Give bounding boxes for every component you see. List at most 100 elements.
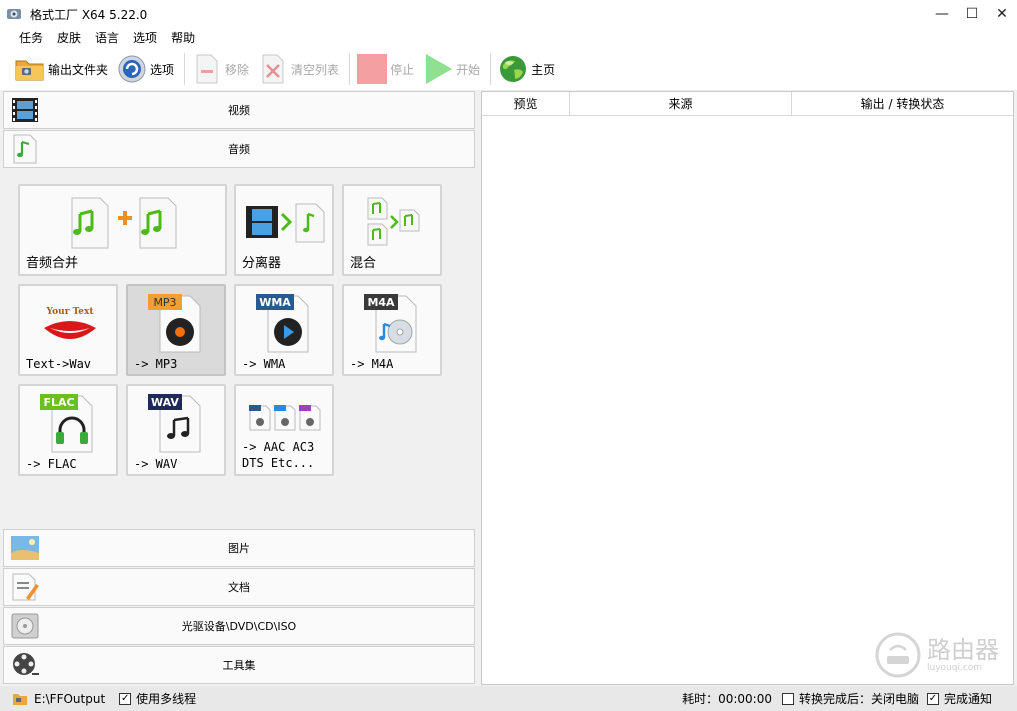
aac-ac3-dts-label: -> AAC AC3 DTS Etc... [242,440,315,470]
menu-language[interactable]: 语言 [88,28,126,48]
mp3-badge: MP3 [153,296,176,309]
status-bar: E:\FFOutput ✓ 使用多线程 耗时：00:00:00 转换完成后：关闭… [0,686,1017,711]
category-video-label: 视频 [228,104,250,117]
wma-label: -> WMA [242,357,286,371]
wma-icon: WMA [256,294,309,353]
after-convert-label: 转换完成后：关闭电脑 [798,692,919,706]
wma-tile[interactable]: WMA -> WMA [234,284,334,376]
category-tools[interactable]: 工具集 [3,646,475,684]
aac-ac3-dts-tile[interactable]: -> AAC AC3 DTS Etc... [234,384,334,476]
globe-icon [497,53,529,85]
film-reel-icon [13,653,39,675]
minimize-button[interactable]: — [927,0,957,28]
menu-help[interactable]: 帮助 [164,28,202,48]
category-tools-label: 工具集 [222,659,256,672]
splitter-icon [246,203,325,243]
clear-list-label: 清空列表 [291,62,340,77]
stop-label: 停止 [390,62,415,77]
remove-label: 移除 [225,62,250,77]
elapsed-time-text: 耗时：00:00:00 [682,692,772,706]
elapsed-time: 耗时：00:00:00 [682,690,772,707]
category-document[interactable]: 文档 [3,568,475,606]
multithread-toggle[interactable]: ✓ 使用多线程 [119,690,196,707]
router-logo-icon [875,632,921,678]
splitter-label: 分离器 [242,256,282,271]
output-folder-label: 输出文件夹 [48,62,109,77]
category-audio[interactable]: 音频 [3,130,475,168]
output-path[interactable]: E:\FFOutput [12,692,105,706]
notify-toggle[interactable]: ✓ 完成通知 [926,690,992,707]
remove-icon [191,53,223,85]
category-disc[interactable]: 光驱设备\DVD\CD\ISO [3,607,475,645]
multi-format-icon [249,405,321,431]
watermark: 路由器 luyouqi.com [875,632,999,678]
wav-badge: WAV [151,396,179,409]
after-convert-toggle[interactable]: 转换完成后：关闭电脑 [781,690,919,707]
your-text-caption: Your Text [46,307,95,317]
remove-button[interactable]: 移除 [191,52,249,86]
mp3-tile[interactable]: MP3 -> MP3 [126,284,226,376]
menu-task[interactable]: 任务 [12,28,50,48]
multithread-checkbox[interactable]: ✓ [119,692,132,705]
mp3-label: -> MP3 [134,357,178,371]
menu-options[interactable]: 选项 [126,28,164,48]
home-button[interactable]: 主页 [497,52,555,86]
output-folder-button[interactable]: 输出文件夹 [14,52,108,86]
folder-small-icon [13,693,27,705]
m4a-label: -> M4A [350,357,394,371]
wav-tile[interactable]: WAV -> WAV [126,384,226,476]
stop-icon [356,53,388,85]
close-button[interactable]: ✕ [987,0,1017,28]
mix-label: 混合 [350,256,377,271]
category-image[interactable]: 图片 [3,529,475,567]
column-header-preview[interactable]: 预览 [482,92,570,116]
category-disc-label: 光驱设备\DVD\CD\ISO [181,620,297,633]
splitter-tile[interactable]: 分离器 [234,184,334,276]
column-header-output-status[interactable]: 输出 / 转换状态 [792,92,1013,116]
flac-badge: FLAC [43,396,74,409]
wav-icon: WAV [148,394,201,453]
picture-icon [11,536,39,560]
wma-badge: WMA [259,296,291,309]
task-list[interactable]: 预览 来源 输出 / 转换状态 路由器 luyouqi.com [481,91,1014,685]
column-header-source[interactable]: 来源 [570,92,792,116]
category-panel: 视频 音频 音频合并 分离器 混合 Your Text Text->Wav MP… [3,91,475,685]
category-video[interactable]: 视频 [3,91,475,129]
flac-icon: FLAC [40,394,93,453]
category-audio-label: 音频 [228,143,250,156]
options-label: 选项 [150,62,175,77]
folder-icon [14,53,46,85]
flac-tile[interactable]: FLAC -> FLAC [18,384,118,476]
stop-button[interactable]: 停止 [356,52,414,86]
category-document-label: 文档 [228,581,250,594]
start-label: 开始 [456,62,481,77]
document-icon [12,573,39,601]
mix-tile[interactable]: 混合 [342,184,442,276]
mp3-icon: MP3 [148,294,201,353]
start-button[interactable]: 开始 [422,52,480,86]
output-path-text: E:\FFOutput [34,691,106,706]
mix-icon [367,197,420,246]
lips-icon: Your Text [44,307,96,339]
text-to-wav-tile[interactable]: Your Text Text->Wav [18,284,118,376]
window-title: 格式工厂 X64 5.22.0 [30,7,148,22]
options-button[interactable]: 选项 [116,52,174,86]
watermark-text: 路由器 [927,636,999,664]
watermark-url: luyouqi.com [927,663,983,673]
options-icon [116,53,148,85]
m4a-icon: M4A [364,294,417,353]
maximize-button[interactable]: ☐ [957,0,987,28]
after-convert-checkbox[interactable] [781,692,794,705]
music-note-icon [13,134,37,164]
disc-drive-icon [11,613,39,639]
audio-merge-tile[interactable]: 音频合并 [18,184,227,276]
menu-skin[interactable]: 皮肤 [50,28,88,48]
text-to-wav-label: Text->Wav [26,357,92,371]
toolbar-separator [349,53,351,85]
toolbar-separator [490,53,492,85]
clear-list-button[interactable]: 清空列表 [257,52,339,86]
notify-checkbox[interactable]: ✓ [926,692,939,705]
menu-bar: 任务 皮肤 语言 选项 帮助 [0,28,1017,48]
notify-label: 完成通知 [943,692,992,706]
m4a-tile[interactable]: M4A -> M4A [342,284,442,376]
